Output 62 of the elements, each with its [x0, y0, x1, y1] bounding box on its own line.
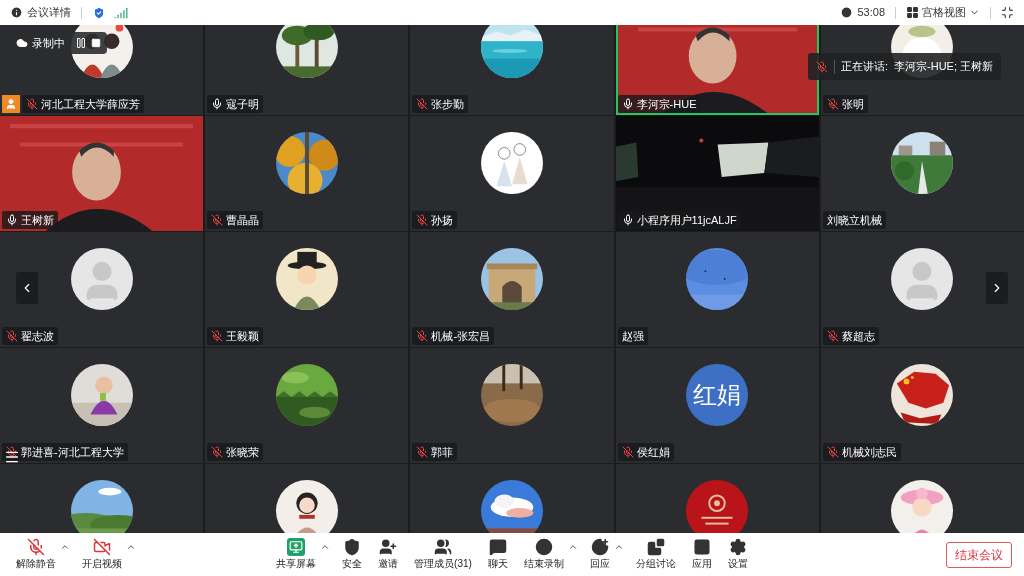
participant-name: 侯红娟	[636, 446, 670, 458]
participant-name: 孙扬	[431, 214, 454, 226]
breakout-icon	[646, 538, 665, 557]
members-icon	[434, 538, 452, 557]
toolbar-button[interactable]: 回应	[585, 538, 614, 571]
toolbar-button[interactable]: 安全	[338, 538, 367, 571]
meeting-info-button[interactable]: 会议详情	[10, 4, 71, 21]
initials-avatar: 红娟	[686, 364, 749, 426]
participant-name: 李河宗-HUE	[636, 98, 697, 110]
previous-page-button[interactable]	[16, 272, 38, 304]
toolbar-button[interactable]: 开启视频	[78, 538, 126, 571]
settings-icon	[728, 538, 747, 557]
camera-icon	[93, 538, 111, 557]
share-icon	[287, 538, 306, 557]
toolbar-button[interactable]: 管理成员(31)	[410, 538, 476, 571]
participant-name: 小程序用户11jcALJF	[636, 214, 737, 226]
participant-name: 河北工程大学薛应芳	[41, 98, 140, 110]
stop-icon[interactable]	[91, 38, 101, 48]
pause-icon[interactable]	[75, 37, 87, 49]
participant-name: 王树新	[21, 214, 54, 226]
grid-icon	[906, 6, 919, 19]
invite-icon	[379, 538, 398, 557]
participant-name: 寇子明	[226, 98, 260, 110]
participant-name: 张晓荣	[226, 446, 260, 458]
meeting-timer: 53:08	[857, 5, 885, 21]
menu-icon[interactable]	[4, 449, 20, 465]
cloud-icon	[16, 37, 28, 49]
participant-name: 赵强	[621, 330, 644, 342]
participant-name: 王毅颖	[226, 330, 260, 342]
next-page-button[interactable]	[986, 272, 1008, 304]
toolbar-button[interactable]: 分组讨论	[631, 538, 680, 571]
chat-icon	[488, 538, 507, 557]
muted-microphone-icon	[816, 60, 828, 73]
participant-name: 蔡超志	[841, 330, 875, 342]
speaking-label: 正在讲话:	[841, 59, 889, 75]
signal-icon[interactable]	[114, 5, 128, 20]
toolbar-button[interactable]: 设置	[723, 538, 752, 571]
toolbar-button[interactable]: 邀请	[374, 538, 403, 571]
view-switch-button[interactable]: 宫格视图	[906, 4, 980, 21]
participant-name: 翟志波	[21, 330, 54, 342]
participant-name: 郭菲	[431, 446, 454, 458]
info-icon	[10, 6, 23, 19]
toolbar-button[interactable]: 结束录制	[519, 538, 568, 571]
toolbar-button[interactable]: 解除静音	[12, 538, 60, 571]
participant-name: 曹晶晶	[226, 214, 260, 226]
mic-icon	[27, 538, 45, 557]
recording-label: 录制中	[32, 35, 65, 51]
react-icon	[590, 538, 609, 557]
participant-name: 郭进喜-河北工程大学	[21, 446, 124, 458]
exit-fullscreen-icon[interactable]	[1001, 6, 1014, 19]
participant-name: 张明	[841, 98, 864, 110]
speaking-names: 李河宗-HUE; 王树新	[894, 59, 994, 75]
participant-name: 张步勤	[431, 98, 465, 110]
security-shield-icon[interactable]	[92, 5, 106, 20]
end-meeting-button[interactable]: 结束会议	[946, 541, 1012, 568]
participant-name: 刘晓立机械	[826, 214, 882, 226]
toolbar-button[interactable]: 共享屏幕	[272, 538, 321, 571]
toolbar-button[interactable]: 应用	[687, 538, 716, 571]
participant-name: 机械刘志民	[841, 446, 897, 458]
participant-name: 机械-张宏昌	[431, 330, 491, 342]
toolbar-button[interactable]: 聊天	[483, 538, 512, 571]
security-icon	[343, 538, 362, 557]
